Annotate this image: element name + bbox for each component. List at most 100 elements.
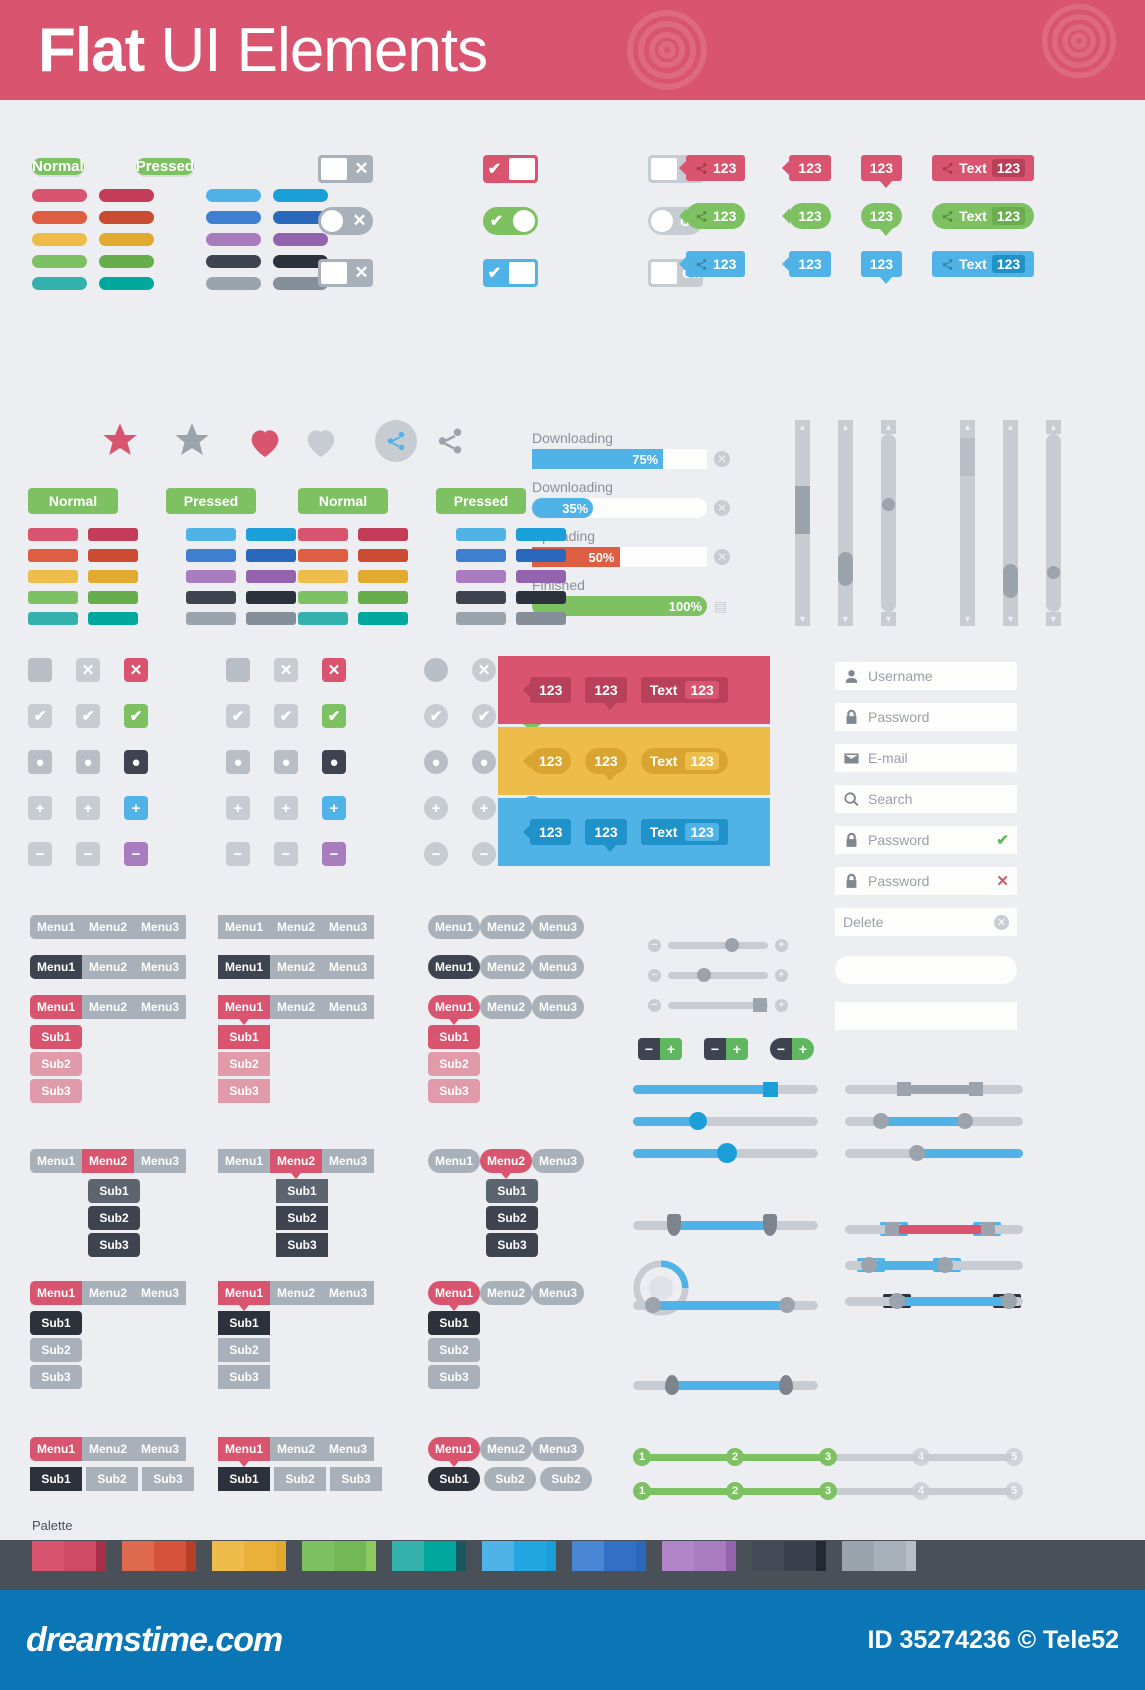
menu-item-2[interactable]: Menu2: [82, 955, 135, 979]
stepper-plus-button[interactable]: +: [660, 1038, 682, 1060]
toggle-knob[interactable]: [321, 158, 347, 180]
vertical-scrollbar-5[interactable]: ▲ ▼: [1003, 420, 1018, 626]
badge-left-arrow[interactable]: 123: [782, 155, 831, 181]
button-swatch[interactable]: [298, 549, 348, 562]
slider-track[interactable]: [668, 998, 768, 1012]
button-swatch[interactable]: [99, 189, 154, 202]
toggle-track[interactable]: ✕: [318, 259, 373, 287]
button-swatch[interactable]: [516, 591, 566, 604]
menu-item-1[interactable]: Menu1: [218, 1437, 271, 1467]
step-dot-2[interactable]: 2: [726, 1482, 744, 1500]
range-handle-high[interactable]: [937, 1257, 953, 1273]
notification-badge-1[interactable]: 123: [523, 819, 572, 845]
badge-share-left[interactable]: 123: [679, 203, 746, 229]
submenu-item-1[interactable]: Sub1: [486, 1179, 538, 1203]
button-swatch[interactable]: [88, 549, 138, 562]
button-swatch[interactable]: [28, 612, 78, 625]
palette-swatch-light[interactable]: [482, 1541, 514, 1571]
vertical-scrollbar-4[interactable]: ▲ ▼: [960, 420, 975, 626]
step-dot-4[interactable]: 4: [912, 1482, 930, 1500]
palette-swatch-mid[interactable]: [514, 1541, 546, 1571]
menu-item-2[interactable]: Menu2: [480, 915, 533, 939]
submenu-item-2[interactable]: Sub2: [276, 1206, 328, 1230]
scroll-down-icon[interactable]: ▼: [881, 612, 896, 626]
submenu-item-1[interactable]: Sub1: [88, 1179, 140, 1203]
submenu-item-1[interactable]: Sub1: [218, 1025, 270, 1049]
menu-item-3[interactable]: Menu3: [134, 1437, 187, 1461]
submenu-item-1[interactable]: Sub1: [218, 1467, 270, 1491]
scroll-up-icon[interactable]: ▲: [881, 420, 896, 434]
submenu-item-3[interactable]: Sub3: [428, 1365, 480, 1389]
checkbox[interactable]: +: [226, 796, 250, 820]
slider-handle[interactable]: [763, 1082, 778, 1097]
checkbox[interactable]: −: [124, 842, 148, 866]
checkbox[interactable]: ✕: [274, 658, 298, 682]
menu-item-1[interactable]: Menu1: [218, 995, 271, 1025]
menu-item-3[interactable]: Menu3: [322, 995, 375, 1019]
input-e-mail[interactable]: E-mail: [835, 744, 1017, 772]
palette-swatch-light[interactable]: [662, 1541, 694, 1571]
range-handle-high[interactable]: [969, 1082, 983, 1096]
menu-item-2[interactable]: Menu2: [82, 1281, 135, 1305]
badge-left-arrow[interactable]: 123: [782, 203, 831, 229]
slider-fill-right[interactable]: [845, 1145, 1023, 1161]
toggle-switch-4[interactable]: ✔: [483, 207, 593, 235]
notification-badge-2[interactable]: 123: [585, 819, 627, 852]
button-swatch[interactable]: [516, 612, 566, 625]
checkbox[interactable]: +: [28, 796, 52, 820]
toggle-switch-6[interactable]: ✕: [318, 259, 428, 287]
slider-handle[interactable]: [717, 1143, 737, 1163]
badge-bottom-arrow[interactable]: 123: [860, 251, 903, 284]
palette-swatch-mid[interactable]: [244, 1541, 276, 1571]
toggle-track[interactable]: ✕: [318, 155, 373, 183]
button-swatch[interactable]: [206, 255, 261, 268]
plus-icon[interactable]: +: [775, 998, 788, 1012]
submenu-item-2[interactable]: Sub2: [218, 1338, 270, 1362]
range-handle-high[interactable]: [779, 1297, 795, 1313]
checkbox[interactable]: ✔: [124, 704, 148, 728]
button-swatch[interactable]: [28, 549, 78, 562]
button-square-pressed[interactable]: Pressed: [166, 488, 256, 514]
submenu-item-1[interactable]: Sub1: [428, 1025, 480, 1049]
input-delete[interactable]: Delete ✕: [835, 908, 1017, 936]
button-swatch[interactable]: [88, 570, 138, 583]
menu-item-2[interactable]: Menu2: [270, 1437, 323, 1461]
button-swatch[interactable]: [99, 233, 154, 246]
button-swatch[interactable]: [99, 255, 154, 268]
stepper-plus-button[interactable]: +: [726, 1038, 748, 1060]
button-swatch[interactable]: [186, 570, 236, 583]
input-password[interactable]: Password: [835, 703, 1017, 731]
palette-swatch-mid[interactable]: [64, 1541, 96, 1571]
scroll-up-icon[interactable]: ▲: [795, 420, 810, 434]
palette-swatch-dark[interactable]: [546, 1541, 556, 1571]
menu-item-3[interactable]: Menu3: [532, 955, 585, 979]
range-handle-low[interactable]: [873, 1113, 889, 1129]
button-swatch[interactable]: [246, 570, 296, 583]
radio-button[interactable]: ✕: [472, 658, 496, 682]
button-swatch[interactable]: [206, 211, 261, 224]
checkbox[interactable]: +: [274, 796, 298, 820]
menu-item-2[interactable]: Menu2: [270, 1149, 323, 1179]
button-swatch[interactable]: [32, 277, 87, 290]
radio-button[interactable]: [424, 658, 448, 682]
checkbox[interactable]: ●: [226, 750, 250, 774]
menu-item-3[interactable]: Menu3: [322, 1281, 375, 1305]
notification-badge-3[interactable]: Text 123: [640, 819, 728, 845]
badge-share-left[interactable]: 123: [679, 155, 746, 181]
button-swatch[interactable]: [456, 612, 506, 625]
button-swatch[interactable]: [516, 528, 566, 541]
button-swatch[interactable]: [88, 591, 138, 604]
step-dot-3[interactable]: 3: [819, 1448, 837, 1466]
slider-handle[interactable]: [689, 1112, 707, 1130]
checkbox[interactable]: ✔: [226, 704, 250, 728]
button-swatch[interactable]: [32, 211, 87, 224]
button-swatch[interactable]: [456, 528, 506, 541]
toggle-switch-0[interactable]: ✕: [318, 155, 428, 183]
range-handle-low[interactable]: [665, 1375, 679, 1395]
step-dot-5[interactable]: 5: [1005, 1482, 1023, 1500]
menu-item-3[interactable]: Menu3: [532, 1149, 585, 1173]
slider-square-handle[interactable]: [633, 1082, 818, 1097]
button-swatch[interactable]: [246, 549, 296, 562]
button-swatch[interactable]: [358, 570, 408, 583]
menu-item-2[interactable]: Menu2: [270, 1281, 323, 1305]
